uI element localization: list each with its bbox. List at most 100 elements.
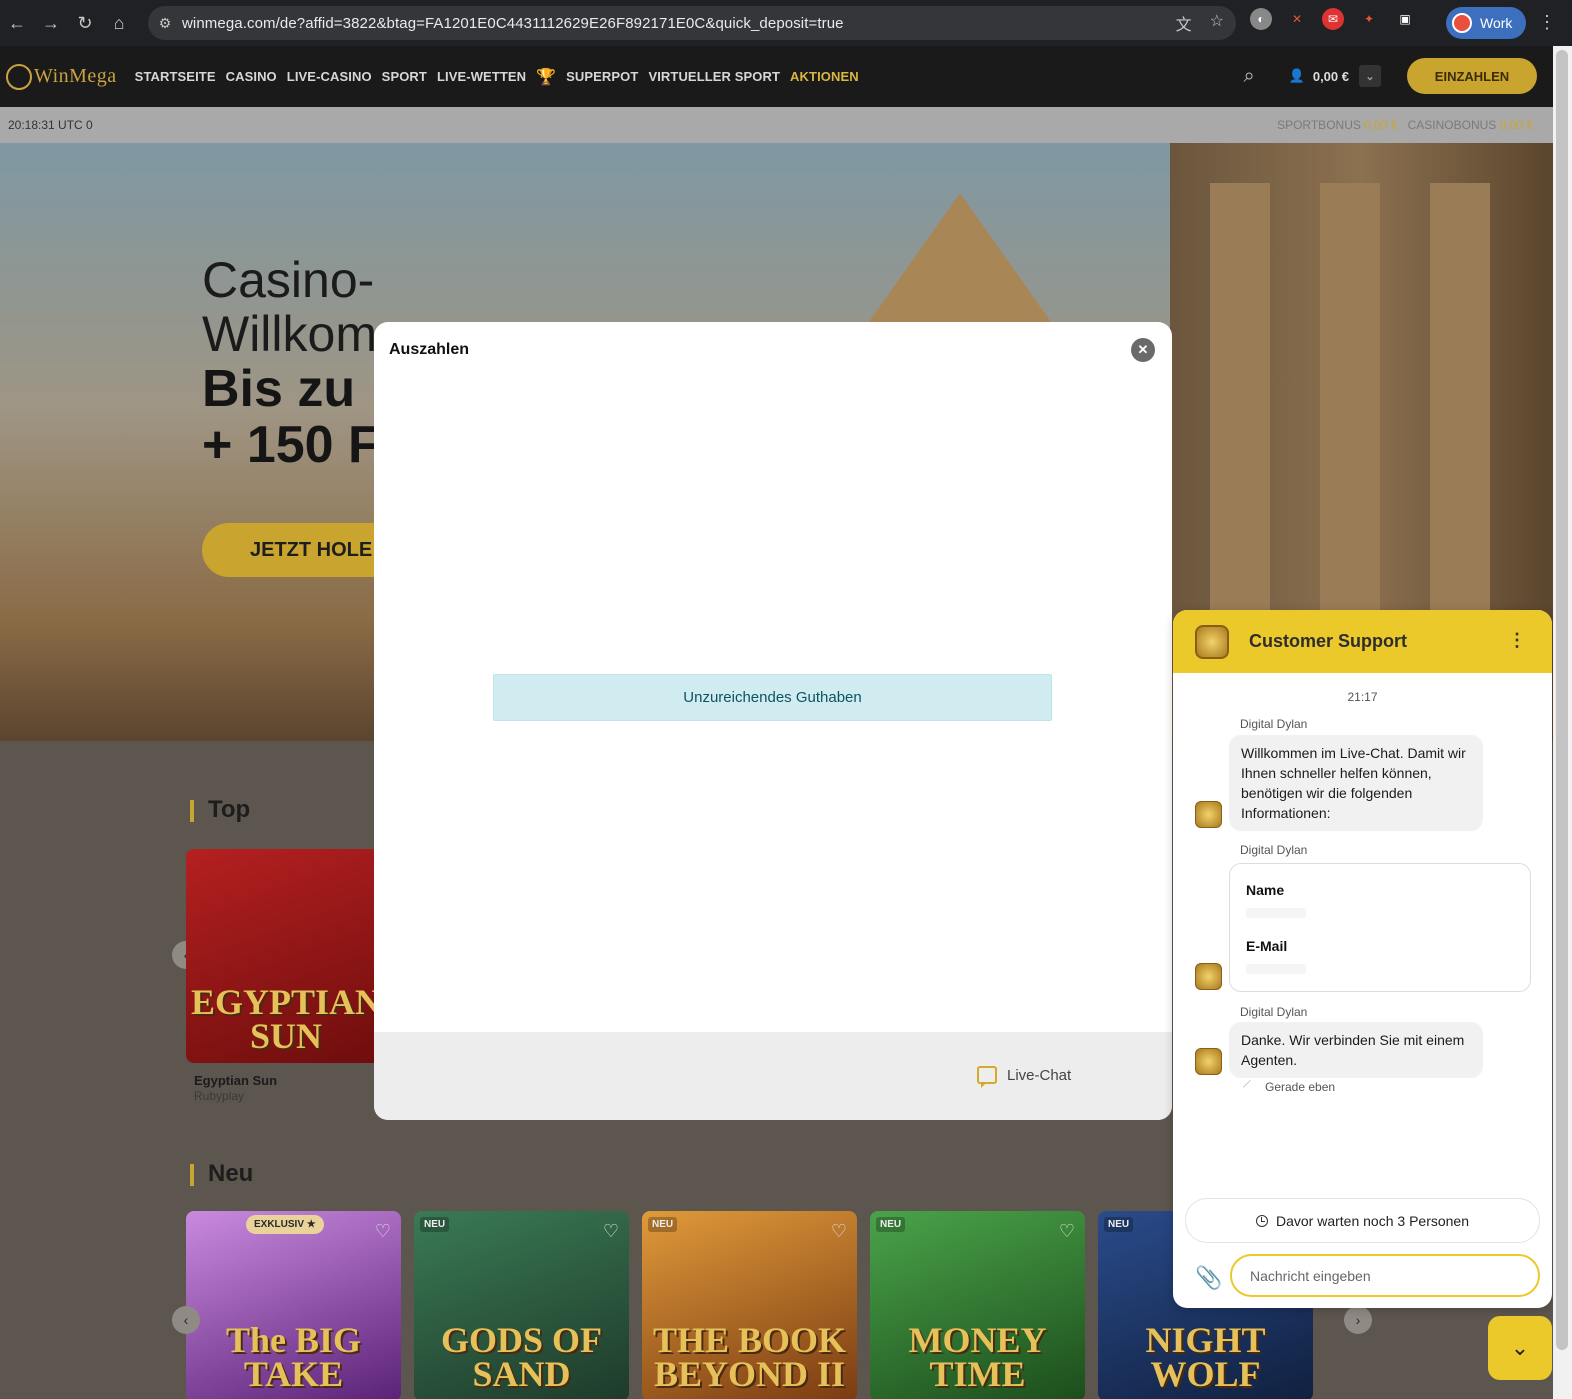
- withdraw-modal: Auszahlen ✕ Unzureichendes Guthaben Live…: [374, 322, 1172, 1120]
- support-chat-widget: Customer Support ⋮ 21:17 Digital Dylan W…: [1173, 610, 1552, 1308]
- heart-icon[interactable]: ♡: [831, 1221, 847, 1242]
- heart-icon[interactable]: ♡: [375, 1221, 391, 1242]
- message-sender: Digital Dylan: [1240, 1005, 1308, 1019]
- eye-logo-icon: [6, 63, 32, 90]
- game-provider: Rubyplay: [194, 1089, 245, 1103]
- avatar: [1452, 13, 1472, 33]
- deposit-button[interactable]: EINZAHLEN: [1407, 58, 1537, 94]
- carousel-next-icon[interactable]: ›: [1344, 1306, 1372, 1334]
- neu-badge: NEU: [420, 1217, 450, 1232]
- game-tile-book-beyond[interactable]: NEU ♡ THE BOOK BEYOND II: [642, 1211, 857, 1399]
- nav-live-wetten[interactable]: LIVE-WETTEN: [437, 69, 526, 84]
- extensions-puzzle-icon[interactable]: ▣: [1394, 8, 1416, 30]
- search-icon[interactable]: ⌕: [1243, 65, 1254, 88]
- clock-text: 20:18:31 UTC 0: [8, 118, 93, 132]
- sportbonus-value: 0,00 €: [1364, 118, 1398, 132]
- forward-icon[interactable]: →: [34, 6, 68, 40]
- section-title-neu: Neu: [190, 1160, 253, 1188]
- scrollbar-thumb[interactable]: [1556, 50, 1568, 1350]
- nav-aktionen[interactable]: AKTIONEN: [790, 69, 859, 84]
- balance-display[interactable]: 👤 0,00 € ⌄: [1289, 65, 1381, 87]
- home-icon[interactable]: ⌂: [102, 6, 136, 40]
- hero-line-2: Willkom: [202, 306, 377, 362]
- logo-text: WinMega: [34, 65, 117, 87]
- game-tile-art: GODS OF SAND: [440, 1320, 602, 1394]
- chat-title: Customer Support: [1249, 631, 1408, 651]
- heart-icon[interactable]: ♡: [603, 1221, 619, 1242]
- nav-sport[interactable]: SPORT: [382, 69, 427, 84]
- nav-startseite[interactable]: STARTSEITE: [135, 69, 216, 84]
- nav-virtueller-sport[interactable]: VIRTUELLER SPORT: [648, 69, 780, 84]
- reload-icon[interactable]: ↻: [68, 6, 102, 40]
- nav-live-casino[interactable]: LIVE-CASINO: [287, 69, 372, 84]
- game-tile-gods-of-sand[interactable]: NEU ♡ GODS OF SAND: [414, 1211, 629, 1399]
- extension-icon[interactable]: ✦: [1358, 8, 1380, 30]
- site-settings-icon[interactable]: ⚙: [148, 15, 182, 32]
- site-header: WinMega STARTSEITE CASINO LIVE-CASINO SP…: [0, 46, 1553, 107]
- insufficient-funds-alert: Unzureichendes Guthaben: [493, 674, 1052, 721]
- section-title-top: Top: [190, 796, 250, 824]
- game-name[interactable]: Egyptian Sun: [194, 1073, 277, 1088]
- queue-status: Davor warten noch 3 Personen: [1185, 1198, 1540, 1243]
- hero-line-1: Casino-: [202, 252, 375, 308]
- close-icon[interactable]: ✕: [1131, 338, 1155, 362]
- form-name-value: [1246, 908, 1306, 918]
- paperclip-icon[interactable]: 📎: [1195, 1265, 1222, 1291]
- bookmark-star-icon[interactable]: ☆: [1210, 11, 1224, 35]
- game-tile-art: The BIG TAKE: [225, 1320, 362, 1394]
- neu-badge: NEU: [648, 1217, 678, 1232]
- bonus-info: SPORTBONUS 0,00 € CASINOBONUS 0,00 €: [1277, 118, 1533, 132]
- chat-timestamp: 21:17: [1347, 690, 1378, 704]
- message-sender: Digital Dylan: [1240, 717, 1308, 731]
- modal-title: Auszahlen: [389, 341, 470, 358]
- profile-label: Work: [1480, 15, 1513, 31]
- casinobonus-label: CASINOBONUS: [1407, 118, 1497, 132]
- game-tile-art: THE BOOK BEYOND II: [652, 1320, 847, 1394]
- site-logo[interactable]: WinMega: [6, 63, 117, 90]
- back-icon[interactable]: ←: [0, 6, 34, 40]
- chevron-down-icon[interactable]: ⌄: [1359, 65, 1381, 87]
- more-options-icon[interactable]: ⋮: [1508, 630, 1526, 651]
- game-tile-big-take[interactable]: EXKLUSIV ★ ♡ The BIG TAKE: [186, 1211, 401, 1399]
- balance-value: 0,00 €: [1312, 68, 1349, 84]
- message-input[interactable]: [1230, 1254, 1540, 1297]
- queue-text: Davor warten noch 3 Personen: [1276, 1212, 1469, 1229]
- neu-badge: NEU: [1104, 1217, 1134, 1232]
- translate-icon[interactable]: 文: [1176, 11, 1192, 35]
- live-chat-label: Live-Chat: [1007, 1066, 1072, 1084]
- game-tile-art: NIGHT WOLF: [1145, 1320, 1266, 1394]
- heart-icon[interactable]: ♡: [1059, 1221, 1075, 1242]
- form-email-label: E-Mail: [1246, 938, 1288, 954]
- browser-toolbar: ← → ↻ ⌂ ⚙ winmega.com/de?affid=3822&btag…: [0, 0, 1572, 46]
- bot-avatar: [1195, 1048, 1222, 1075]
- trophy-icon: 🏆: [536, 68, 557, 86]
- user-icon: 👤: [1288, 68, 1305, 83]
- address-bar[interactable]: ⚙ winmega.com/de?affid=3822&btag=FA1201E…: [148, 6, 1236, 40]
- clock-icon: [1256, 1214, 1268, 1227]
- extension-icon[interactable]: ◐: [1250, 8, 1272, 30]
- extension-icon[interactable]: ✕: [1286, 8, 1308, 30]
- url-text[interactable]: winmega.com/de?affid=3822&btag=FA1201E0C…: [182, 15, 844, 32]
- modal-footer: Live-Chat: [374, 1032, 1172, 1120]
- profile-button[interactable]: Work: [1446, 7, 1526, 39]
- game-tile-money-time[interactable]: NEU ♡ MONEY TIME: [870, 1211, 1085, 1399]
- extension-icon[interactable]: ✉: [1322, 8, 1344, 30]
- chat-header: Customer Support ⋮: [1173, 610, 1552, 673]
- bot-avatar: [1195, 963, 1222, 990]
- nav-superpot[interactable]: SUPERPOT: [566, 69, 638, 84]
- carousel-prev-icon[interactable]: ‹: [172, 1306, 200, 1334]
- live-chat-link[interactable]: Live-Chat: [977, 1066, 1072, 1088]
- chat-message: Willkommen im Live-Chat. Damit wir Ihnen…: [1229, 735, 1483, 831]
- chat-message: Danke. Wir verbinden Sie mit einem Agent…: [1229, 1022, 1483, 1078]
- bot-avatar: [1195, 801, 1222, 828]
- game-tile-art: EGYPTIAN SUN: [190, 982, 382, 1056]
- nav-casino[interactable]: CASINO: [226, 69, 277, 84]
- support-avatar: [1195, 624, 1229, 659]
- sportbonus-label: SPORTBONUS: [1277, 118, 1361, 132]
- chat-collapse-button[interactable]: ⌄: [1488, 1316, 1552, 1380]
- exklusiv-badge: EXKLUSIV ★: [246, 1215, 324, 1234]
- contact-form-card: Name E-Mail: [1229, 863, 1531, 992]
- hero-line-3: Bis zu: [202, 360, 356, 418]
- game-tile-egyptian-sun[interactable]: EGYPTIAN SUN: [186, 849, 386, 1063]
- browser-menu-icon[interactable]: ⋮: [1538, 12, 1556, 33]
